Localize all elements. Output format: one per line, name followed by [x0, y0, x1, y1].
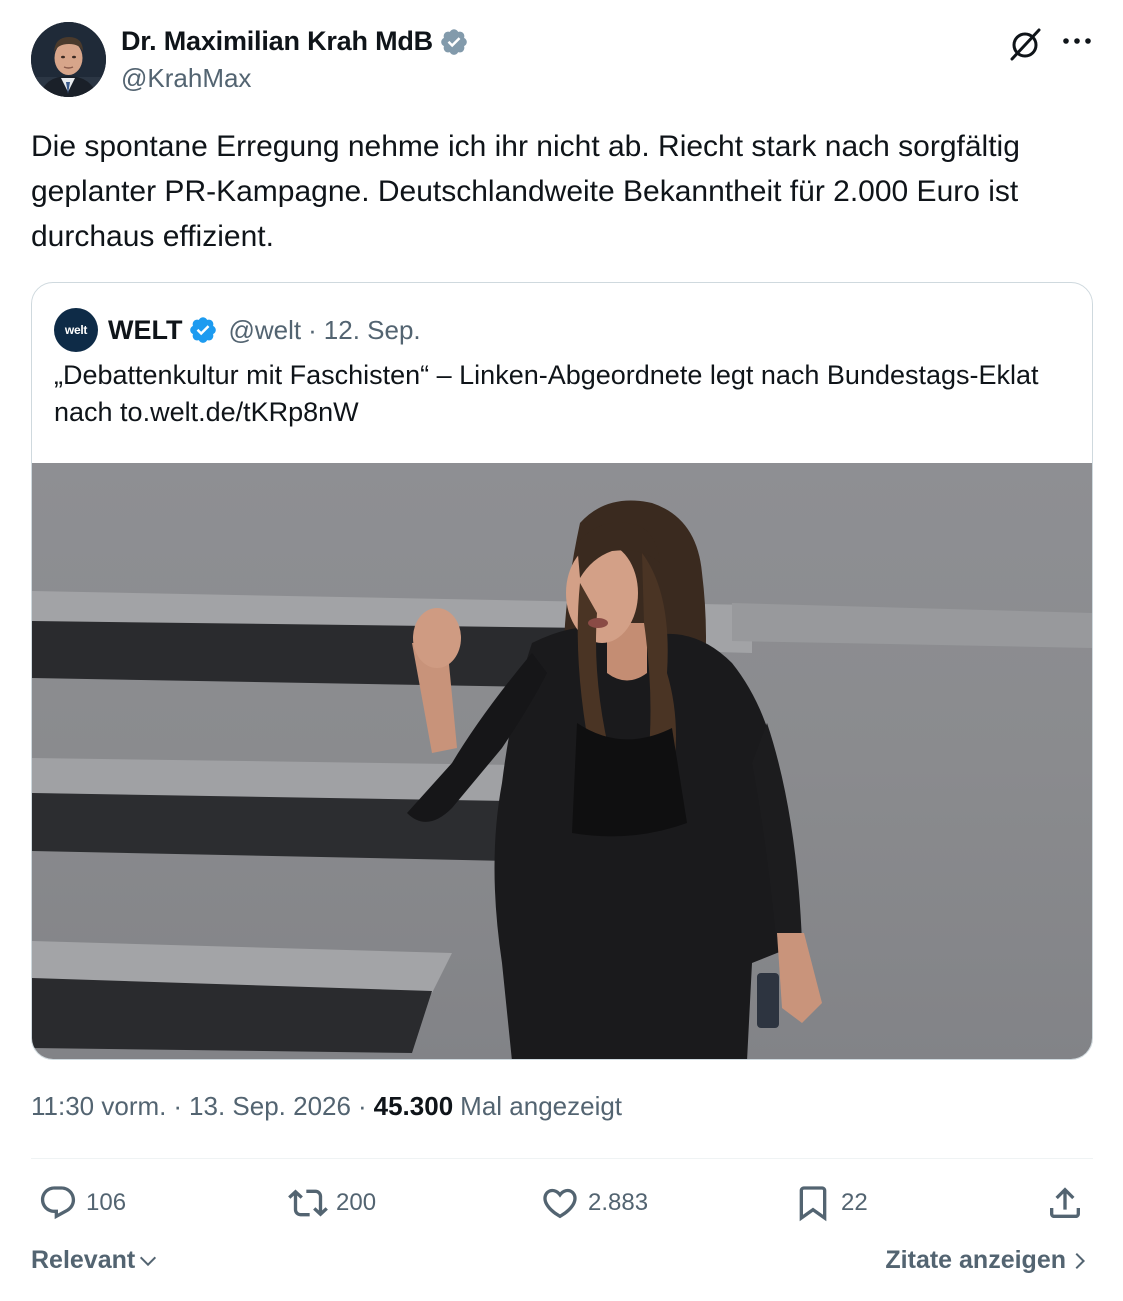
reply-count: 106 [86, 1189, 127, 1216]
quoted-author-name[interactable]: WELT [108, 315, 182, 346]
tweet-time[interactable]: 11:30 vorm. [31, 1091, 166, 1122]
divider [31, 1158, 1093, 1159]
author-names: Dr. Maximilian Krah MdB @KrahMax [121, 26, 469, 94]
view-quotes-link[interactable]: Zitate anzeigen [885, 1246, 1090, 1275]
separator-dot: · [308, 314, 317, 345]
tweet-date[interactable]: 13. Sep. 2026 [189, 1091, 351, 1122]
separator-dot: · [357, 1091, 367, 1121]
grok-icon[interactable] [1007, 26, 1043, 62]
quoted-tweet-header: welt WELT @welt · 12. Sep. [54, 308, 421, 352]
retweet-icon [288, 1189, 328, 1217]
reply-button[interactable]: 106 [38, 1181, 126, 1225]
retweet-count: 200 [336, 1189, 377, 1216]
verified-badge-icon[interactable] [439, 27, 469, 57]
bookmark-count: 22 [841, 1189, 868, 1216]
separator-dot: · [173, 1091, 183, 1121]
like-button[interactable]: 2.883 [540, 1181, 648, 1225]
welt-avatar[interactable]: welt [54, 308, 98, 352]
tweet-text: Die spontane Erregung nehme ich ihr nich… [31, 130, 1020, 253]
quoted-tweet-photo[interactable] [32, 463, 1093, 1060]
bookmark-button[interactable]: 22 [793, 1181, 868, 1225]
quoted-author-handle[interactable]: @welt [228, 315, 301, 346]
retweet-button[interactable]: 200 [288, 1181, 376, 1225]
bookmark-icon [799, 1186, 827, 1222]
views-label: Mal angezeigt [460, 1091, 623, 1121]
author-display-name[interactable]: Dr. Maximilian Krah MdB [121, 26, 433, 57]
sort-replies-dropdown[interactable]: Relevant [31, 1246, 159, 1275]
share-icon [1050, 1187, 1080, 1218]
verified-badge-icon[interactable] [188, 315, 218, 345]
tweet-header: Dr. Maximilian Krah MdB @KrahMax [31, 22, 1093, 98]
sort-label: Relevant [31, 1246, 136, 1274]
view-quotes-label: Zitate anzeigen [885, 1246, 1066, 1274]
author-avatar[interactable] [31, 22, 106, 97]
more-options-icon[interactable] [1061, 34, 1093, 48]
quoted-tweet-text: „Debattenkultur mit Faschisten“ – Linken… [54, 360, 1039, 427]
views-count: 45.300 [373, 1091, 454, 1121]
reply-icon [40, 1186, 76, 1220]
author-handle[interactable]: @KrahMax [121, 63, 469, 94]
like-count: 2.883 [588, 1189, 649, 1216]
chevron-down-icon [140, 1256, 157, 1266]
quoted-tweet-card[interactable]: welt WELT @welt · 12. Sep. „Debattenkult… [31, 282, 1093, 1060]
quoted-tweet-date[interactable]: 12. Sep. [324, 315, 421, 346]
display-name-row: Dr. Maximilian Krah MdB [121, 26, 469, 57]
heart-icon [543, 1188, 577, 1219]
chevron-right-icon [1075, 1252, 1086, 1269]
share-button[interactable] [1045, 1181, 1085, 1225]
tweet-meta: 11:30 vorm. · 13. Sep. 2026 · 45.300 Mal… [31, 1091, 622, 1122]
